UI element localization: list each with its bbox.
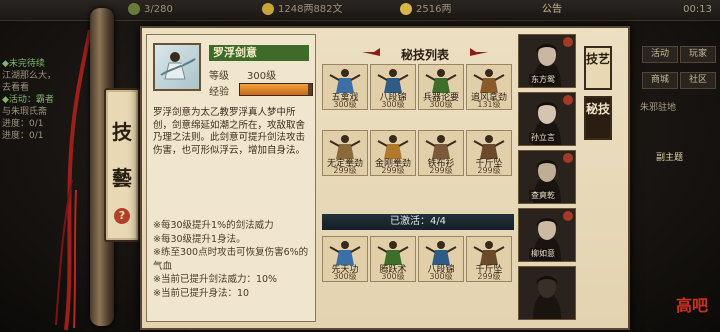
exp-fill <box>240 84 309 95</box>
menu-button-3[interactable]: 商城 <box>642 72 678 89</box>
skill-card-level: 299级 <box>477 166 501 175</box>
skill-figure-icon <box>329 241 361 265</box>
title-ornament-left <box>362 48 380 56</box>
skill-figure-icon <box>473 241 505 265</box>
skill-card[interactable]: 腾跃术 300级 <box>370 236 416 282</box>
skill-figure-icon <box>329 69 361 93</box>
character-badge <box>563 211 573 221</box>
resource-1: 3/280 <box>128 2 173 17</box>
menu-button-2[interactable]: 玩家 <box>680 46 716 63</box>
skill-card-level: 299级 <box>429 166 453 175</box>
skill-card[interactable]: 追风拿劲 131级 <box>466 64 512 110</box>
active-skill-grid: 先天功 300级 腾跃术 300级 八段锦 300级 千斤坠 299级 <box>322 236 514 292</box>
skill-grid: 五禽戏 300级 八段锦 300级 兵器论要 300级 追风拿劲 131级无定拳劲 299级 金刚… <box>322 64 514 202</box>
bonus-line: ※每30级提升1身法。 <box>153 233 246 245</box>
skill-side-tab[interactable]: 技 藝 ? <box>104 88 140 242</box>
menu-line-1: 朱邪驻地 <box>640 103 677 113</box>
resource-3: 2516两 <box>400 2 451 17</box>
skill-list-title: 秘技列表 <box>400 48 449 62</box>
skill-card[interactable]: 千斤坠 299级 <box>466 130 512 176</box>
tassel-decoration <box>55 30 92 330</box>
resource-2: 1248两882文 <box>262 2 343 17</box>
skill-figure-icon <box>329 135 361 159</box>
character-portrait[interactable]: 东方鸳 <box>518 34 576 88</box>
skill-card-level: 300级 <box>381 100 405 109</box>
skill-card-level: 131级 <box>477 100 501 109</box>
skill-card[interactable]: 千斤坠 299级 <box>466 236 512 282</box>
skill-figure-icon <box>377 135 409 159</box>
side-tab-char-1: 技 <box>112 120 132 144</box>
skill-figure-icon <box>377 241 409 265</box>
character-portrait[interactable] <box>518 266 576 320</box>
skill-name: 罗浮剑意 <box>209 45 309 61</box>
bonus-line: ※每30级提升1%的剑法威力 <box>153 220 274 231</box>
skill-figure-icon <box>473 135 505 159</box>
skill-bonus-list: ※每30级提升1%的剑法威力 ※每30级提升1身法。 ※练至300点时攻击可恢复伤害… <box>153 219 311 300</box>
menu-button-4[interactable]: 社区 <box>680 72 716 89</box>
skill-card-level: 299级 <box>381 166 405 175</box>
skill-figure-icon <box>425 241 457 265</box>
skill-card-level: 300级 <box>381 272 405 281</box>
skill-card-level: 299级 <box>333 166 357 175</box>
skill-card-level: 300级 <box>429 272 453 281</box>
gold-icon <box>400 3 412 15</box>
character-badge <box>563 153 573 163</box>
skill-card[interactable]: 兵器论要 300级 <box>418 64 464 110</box>
level-value: 300级 <box>247 71 277 82</box>
skill-card[interactable]: 铁布衫 299级 <box>418 130 464 176</box>
character-portrait[interactable]: 孙立言 <box>518 92 576 146</box>
character-badge <box>563 37 573 47</box>
bonus-line: ※练至300点时攻击可恢复伤害6%的气血 <box>153 247 309 272</box>
character-name: 查爽乾 <box>529 190 557 201</box>
tab-skills[interactable]: 技艺 <box>584 46 612 90</box>
character-name: 孙立言 <box>529 132 557 143</box>
skill-detail-card: 罗浮剑意 等级 300级 经验 罗浮剑意为太乙教罗浮真人梦中所创，剑意绵延如潮之… <box>146 34 316 322</box>
menu-button-1[interactable]: 活动 <box>642 46 678 63</box>
coin-icon <box>262 3 274 15</box>
activated-count: 已激活：4/4 <box>322 214 514 230</box>
level-label: 等级 <box>209 71 229 82</box>
help-icon[interactable]: ? <box>114 208 130 224</box>
menu-line-2[interactable]: 副主题 <box>656 150 683 163</box>
skill-figure-icon <box>473 69 505 93</box>
exp-bar <box>239 83 313 96</box>
skill-figure-icon <box>425 69 457 93</box>
exp-label: 经验 <box>209 87 229 98</box>
character-portrait[interactable]: 柳如意 <box>518 208 576 262</box>
announcement-button[interactable]: 公告 <box>542 2 562 17</box>
skill-card-level: 299级 <box>477 272 501 281</box>
bonus-line: ※当前已提升身法：10 <box>153 287 250 299</box>
character-portrait[interactable]: 查爽乾 <box>518 150 576 204</box>
skill-description: 罗浮剑意为太乙教罗浮真人梦中所创，剑意绵延如潮之所在，攻敌取舍乃理之法则。此剑意… <box>153 107 306 156</box>
tab-secret-skills[interactable]: 秘技 <box>584 96 612 140</box>
character-name: 柳如意 <box>529 248 557 259</box>
skill-card[interactable]: 先天功 300级 <box>322 236 368 282</box>
skill-card-level: 300级 <box>333 272 357 281</box>
skill-figure-icon <box>425 135 457 159</box>
skill-portrait <box>153 43 201 91</box>
side-tab-char-2: 藝 <box>112 166 132 190</box>
character-name: 东方鸳 <box>529 74 557 85</box>
title-ornament-right <box>470 48 488 56</box>
skill-card[interactable]: 无定拳劲 299级 <box>322 130 368 176</box>
skill-card[interactable]: 五禽戏 300级 <box>322 64 368 110</box>
skill-card[interactable]: 金刚拳劲 299级 <box>370 130 416 176</box>
character-column: 东方鸳孙立言查爽乾柳如意 <box>518 34 576 320</box>
skill-figure-icon <box>377 69 409 93</box>
bonus-line: ※当前已提升剑法威力：10% <box>153 274 278 285</box>
clock: 00:13 <box>683 4 712 15</box>
swordsman-icon <box>160 50 198 80</box>
character-badge <box>563 95 573 105</box>
skill-card-level: 300级 <box>429 100 453 109</box>
skill-card[interactable]: 八段锦 300级 <box>418 236 464 282</box>
skill-card[interactable]: 八段锦 300级 <box>370 64 416 110</box>
skill-card-level: 300级 <box>333 100 357 109</box>
character-avatar <box>519 267 575 319</box>
game-logo: 高吧 <box>676 296 709 315</box>
resource-icon <box>128 3 140 15</box>
